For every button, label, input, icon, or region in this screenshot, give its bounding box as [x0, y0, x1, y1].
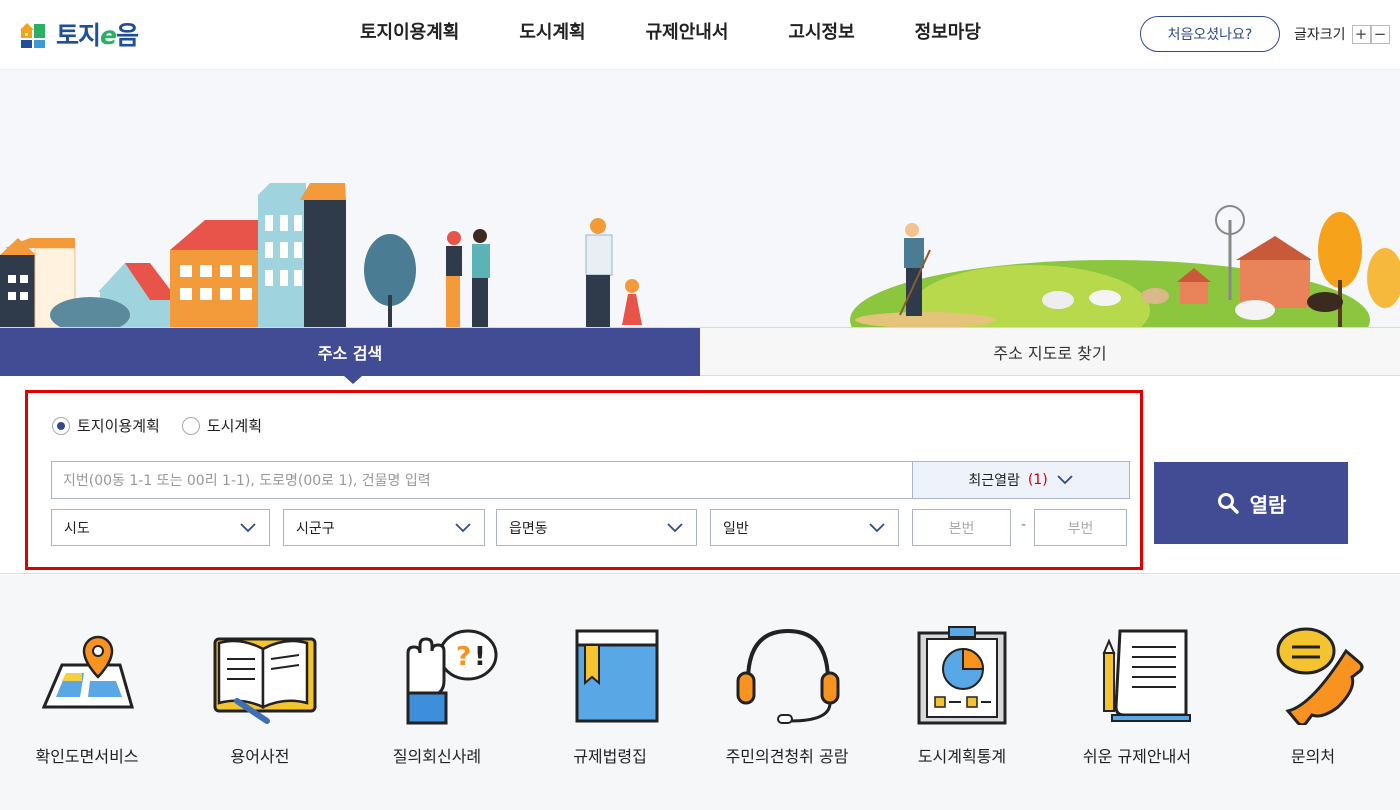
open-book-icon — [213, 637, 317, 724]
question-hand-icon: ? ! — [406, 629, 498, 725]
nav-info-plaza[interactable]: 정보마당 — [885, 18, 1011, 44]
law-book-icon — [575, 629, 659, 723]
tab-map-search[interactable]: 주소 지도로 찾기 — [700, 328, 1400, 376]
document-pencil-icon — [1102, 629, 1191, 722]
first-visit-button[interactable]: 처음오셨나요? — [1140, 16, 1280, 52]
quick-item-contact[interactable]: 문의처 — [1228, 625, 1398, 767]
font-decrease-button[interactable]: − — [1370, 24, 1390, 44]
plan-type-radio-group: 토지이용계획 도시계획 — [52, 415, 262, 436]
site-header: 토지e음 토지이용계획 도시계획 규제안내서 고시정보 정보마당 처음오셨나요?… — [0, 0, 1400, 70]
address-search-input[interactable]: 지번(00동 1-1 또는 00리 1-1), 도로명(00로 1), 건물명 … — [51, 461, 913, 499]
nav-urban-plan[interactable]: 도시계획 — [489, 18, 615, 44]
quick-item-label: 도시계획통계 — [917, 747, 1007, 766]
people-couple-illustration — [446, 229, 490, 328]
select-value: 시군구 — [296, 520, 335, 537]
select-eupmyeondong[interactable]: 읍면동 — [496, 509, 697, 546]
svg-text:!: ! — [474, 642, 486, 672]
farm-landscape-illustration — [850, 205, 1400, 328]
chevron-down-icon — [869, 522, 885, 532]
quick-item-public-hearing[interactable]: 주민의견청취 공람 — [702, 625, 872, 767]
view-search-label: 열람 — [1249, 492, 1287, 517]
quick-item-label: 쉬운 규제안내서 — [1082, 747, 1192, 766]
nav-land-use-plan[interactable]: 토지이용계획 — [330, 18, 489, 44]
phone-chat-icon — [1276, 627, 1364, 727]
quick-item-qna-cases[interactable]: ? ! 질의회신사례 — [352, 625, 522, 767]
select-value: 읍면동 — [509, 520, 548, 537]
quick-item-easy-regulation-guide[interactable]: 쉬운 규제안내서 — [1052, 625, 1222, 767]
select-value: 일반 — [723, 520, 749, 537]
quick-item-label: 확인도면서비스 — [35, 747, 139, 766]
select-value: 시도 — [64, 520, 90, 537]
radio-urban-plan[interactable]: 도시계획 — [181, 415, 263, 436]
font-size-control: 글자크기 + − — [1294, 24, 1390, 44]
chevron-down-icon — [240, 522, 256, 532]
select-sido[interactable]: 시도 — [51, 509, 270, 546]
search-icon — [1217, 493, 1239, 514]
quick-item-drawing-service[interactable]: 확인도면서비스 — [2, 625, 172, 767]
quick-item-label: 문의처 — [1290, 747, 1336, 766]
quick-menu: 확인도면서비스 용어사전 ? ! 질의회신사례 규제법령집 주민의견청취 공람 … — [0, 575, 1400, 810]
search-tabs: 주소 검색 주소 지도로 찾기 — [0, 328, 1400, 384]
search-form-highlight: 토지이용계획 도시계획 지번(00동 1-1 또는 00리 1-1), 도로명(… — [25, 390, 1143, 570]
chevron-down-icon — [1057, 475, 1073, 485]
radio-checked-icon — [52, 416, 70, 435]
sub-lot-number-input[interactable]: 부번 — [1034, 509, 1127, 546]
chevron-down-icon — [667, 522, 683, 532]
main-nav: 토지이용계획 도시계획 규제안내서 고시정보 정보마당 — [330, 18, 1011, 44]
hero-illustration — [0, 183, 1400, 328]
quick-item-label: 규제법령집 — [573, 747, 647, 766]
radio-label: 토지이용계획 — [77, 417, 160, 435]
svg-text:?: ? — [456, 642, 471, 672]
tab-address-search[interactable]: 주소 검색 — [0, 328, 700, 384]
quick-item-label: 주민의견청취 공람 — [725, 747, 849, 766]
quick-item-regulation-laws[interactable]: 규제법령집 — [525, 625, 695, 767]
select-sigungu[interactable]: 시군구 — [283, 509, 485, 546]
quick-item-label: 질의회신사례 — [392, 747, 482, 766]
site-logo[interactable]: 토지e음 — [18, 16, 139, 52]
chevron-down-icon — [455, 522, 471, 532]
tree-illustration — [364, 234, 416, 328]
map-pin-icon — [41, 635, 134, 709]
parent-child-illustration — [585, 218, 642, 328]
quick-item-glossary[interactable]: 용어사전 — [175, 625, 345, 767]
city-buildings-illustration — [0, 183, 346, 328]
radio-unchecked-icon — [181, 416, 200, 435]
recent-views-label: 최근열람 — [968, 473, 1020, 489]
lot-number-separator: - — [1021, 517, 1027, 533]
nav-notice-info[interactable]: 고시정보 — [758, 18, 884, 44]
nav-regulation-guide[interactable]: 규제안내서 — [616, 18, 759, 44]
quick-item-label: 용어사전 — [230, 747, 290, 766]
statistics-board-icon — [917, 626, 1007, 725]
radio-label: 도시계획 — [206, 417, 263, 435]
radio-land-use-plan[interactable]: 토지이용계획 — [52, 415, 160, 436]
recent-views-dropdown[interactable]: 최근열람 (1) — [912, 461, 1130, 499]
quick-item-urban-statistics[interactable]: 도시계획통계 — [877, 625, 1047, 767]
view-search-button[interactable]: 열람 — [1154, 462, 1348, 544]
recent-views-count: (1) — [1027, 472, 1048, 488]
font-increase-button[interactable]: + — [1351, 24, 1371, 44]
select-land-type[interactable]: 일반 — [710, 509, 899, 546]
search-panel: 주소 검색 주소 지도로 찾기 토지이용계획 도시계획 지번(00동 1-1 또… — [0, 327, 1400, 574]
logo-house-icon — [20, 23, 45, 48]
font-size-label: 글자크기 — [1294, 27, 1346, 43]
logo-text: 토지e음 — [56, 21, 139, 50]
main-lot-number-input[interactable]: 본번 — [912, 509, 1011, 546]
hero-banner — [0, 70, 1400, 328]
headset-icon — [736, 628, 840, 724]
